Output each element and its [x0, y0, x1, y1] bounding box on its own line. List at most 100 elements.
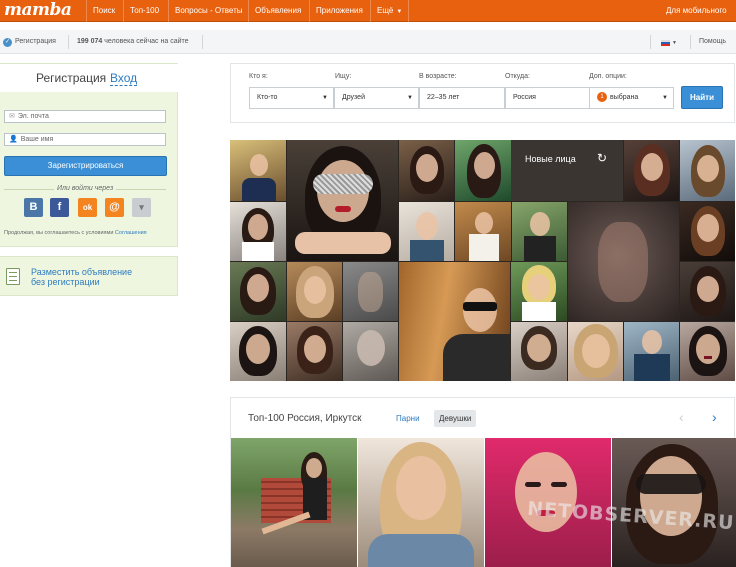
profile-photo[interactable]: [455, 140, 511, 201]
who-value: Кто-то: [257, 94, 278, 101]
top100-title: Топ-100 Россия, Иркутск: [248, 413, 362, 424]
profile-photo[interactable]: [511, 322, 567, 381]
vk-icon[interactable]: В: [24, 198, 43, 217]
profile-photo[interactable]: [230, 140, 286, 201]
registration-link[interactable]: Регистрация: [15, 38, 56, 45]
top100-photo[interactable]: [231, 438, 357, 567]
tab-girls[interactable]: Девушки: [434, 410, 477, 427]
online-text: человека сейчас на сайте: [104, 38, 189, 45]
email-field[interactable]: ✉ Эл. почта: [4, 110, 166, 123]
mail-icon: ✉: [9, 113, 15, 120]
profile-photo[interactable]: [287, 322, 342, 381]
profile-photo[interactable]: [399, 262, 510, 381]
profile-photo[interactable]: [230, 262, 286, 321]
divider: [116, 189, 166, 190]
post-ad-panel[interactable]: Разместить объявление без регистрации: [0, 256, 178, 296]
nav-apps[interactable]: Приложения: [309, 0, 369, 22]
name-field[interactable]: 👤 Ваше имя: [4, 133, 166, 146]
more-icon[interactable]: ▾: [132, 198, 151, 217]
profile-photo[interactable]: [568, 322, 623, 381]
chevron-left-icon[interactable]: ‹: [679, 409, 684, 425]
document-icon: [6, 268, 20, 285]
search-form: Кто я: Ищу: В возрасте: Откуда: Доп. опц…: [230, 63, 735, 123]
profile-photo[interactable]: [624, 322, 679, 381]
online-counter: 199 074 человека сейчас на сайте: [77, 38, 189, 45]
odnoklassniki-icon[interactable]: ok: [78, 198, 97, 217]
chevron-down-icon: ▼: [662, 95, 668, 101]
register-button[interactable]: Зарегистрироваться: [4, 156, 167, 176]
photo-grid: Новые лица ↻: [230, 140, 735, 381]
profile-photo[interactable]: [343, 322, 398, 381]
post-ad-link[interactable]: Разместить объявление без регистрации: [31, 267, 132, 287]
tab-boys[interactable]: Парни: [396, 414, 420, 423]
nav-more-label: Ещё: [377, 6, 394, 15]
profile-photo[interactable]: [680, 202, 735, 261]
seek-label: Ищу:: [335, 73, 352, 80]
profile-photo[interactable]: [455, 202, 511, 261]
russian-flag-icon[interactable]: [661, 40, 670, 46]
profile-photo[interactable]: [287, 262, 342, 321]
nav-top100[interactable]: Топ-100: [123, 0, 165, 22]
nav-ads[interactable]: Объявления: [248, 0, 307, 22]
chevron-down-icon: ▼: [322, 95, 328, 101]
terms-text: Продолжая, вы соглашаетесь с условиями С…: [4, 230, 147, 236]
profile-photo[interactable]: [624, 140, 679, 201]
profile-photo[interactable]: [230, 202, 286, 261]
profile-photo-blurred[interactable]: [568, 202, 679, 321]
refresh-icon[interactable]: ↻: [597, 151, 607, 165]
nav-questions-answers[interactable]: Вопросы - Ответы: [168, 0, 249, 22]
help-link[interactable]: Помощь: [699, 38, 726, 45]
find-button[interactable]: Найти: [681, 86, 723, 109]
profile-photo[interactable]: [399, 202, 454, 261]
place-input[interactable]: Россия: [505, 87, 590, 109]
age-select[interactable]: 22–35 лет: [419, 87, 505, 109]
mobile-link[interactable]: Для мобильного: [660, 0, 733, 22]
new-faces-tile[interactable]: Новые лица ↻: [511, 140, 623, 201]
email-placeholder: Эл. почта: [17, 113, 49, 120]
mailru-icon[interactable]: @: [105, 198, 124, 217]
options-select[interactable]: 1 выбрана ▼: [589, 87, 674, 109]
tab-register[interactable]: Регистрация: [36, 71, 106, 85]
place-value: Россия: [513, 94, 536, 101]
chevron-down-icon: ▼: [407, 95, 413, 101]
who-select[interactable]: Кто-то ▼: [249, 87, 334, 109]
options-label: Доп. опции:: [589, 73, 627, 80]
profile-photo[interactable]: [512, 202, 567, 261]
profile-photo[interactable]: [680, 322, 735, 381]
profile-photo[interactable]: [680, 262, 735, 321]
profile-photo[interactable]: [399, 140, 454, 201]
post-ad-line2: без регистрации: [31, 277, 100, 287]
profile-photo[interactable]: [680, 140, 735, 201]
top-navigation-bar: mamba Поиск Топ-100 Вопросы - Ответы Объ…: [0, 0, 736, 22]
chevron-right-icon[interactable]: ›: [712, 409, 717, 425]
new-faces-label: Новые лица: [525, 154, 576, 164]
nav-more[interactable]: Ещё ▼: [370, 0, 410, 22]
auth-tabs: Регистрация Вход: [0, 64, 178, 92]
top100-photo[interactable]: [612, 438, 736, 567]
check-circle-icon: ✓: [3, 38, 12, 47]
facebook-icon[interactable]: f: [50, 198, 69, 217]
chevron-down-icon[interactable]: ▼: [672, 40, 677, 46]
seek-value: Друзей: [342, 94, 365, 101]
registration-panel: Регистрация Вход ✉ Эл. почта 👤 Ваше имя За…: [0, 63, 178, 247]
status-bar: ✓ Регистрация 199 074 человека сейчас на…: [0, 30, 736, 54]
top100-photo[interactable]: [358, 438, 484, 567]
or-login-via-text: Или войти через: [57, 185, 114, 192]
seek-select[interactable]: Друзей ▼: [334, 87, 419, 109]
tab-login[interactable]: Вход: [110, 71, 138, 86]
post-ad-line1: Разместить объявление: [31, 267, 133, 277]
nav-search[interactable]: Поиск: [86, 0, 121, 22]
profile-photo[interactable]: [230, 322, 286, 381]
terms-link[interactable]: Соглашения: [115, 230, 147, 236]
profile-photo-blurred[interactable]: [343, 262, 398, 321]
divider: [4, 189, 54, 190]
profile-photo[interactable]: [287, 140, 398, 261]
who-label: Кто я:: [249, 73, 268, 80]
divider: [202, 35, 203, 49]
divider: [690, 35, 691, 49]
top100-section: Топ-100 Россия, Иркутск Парни Девушки ‹ …: [230, 397, 736, 567]
place-label: Откуда:: [505, 73, 530, 80]
divider: [68, 35, 69, 49]
profile-photo[interactable]: [511, 262, 567, 321]
mamba-logo[interactable]: mamba: [4, 0, 72, 20]
